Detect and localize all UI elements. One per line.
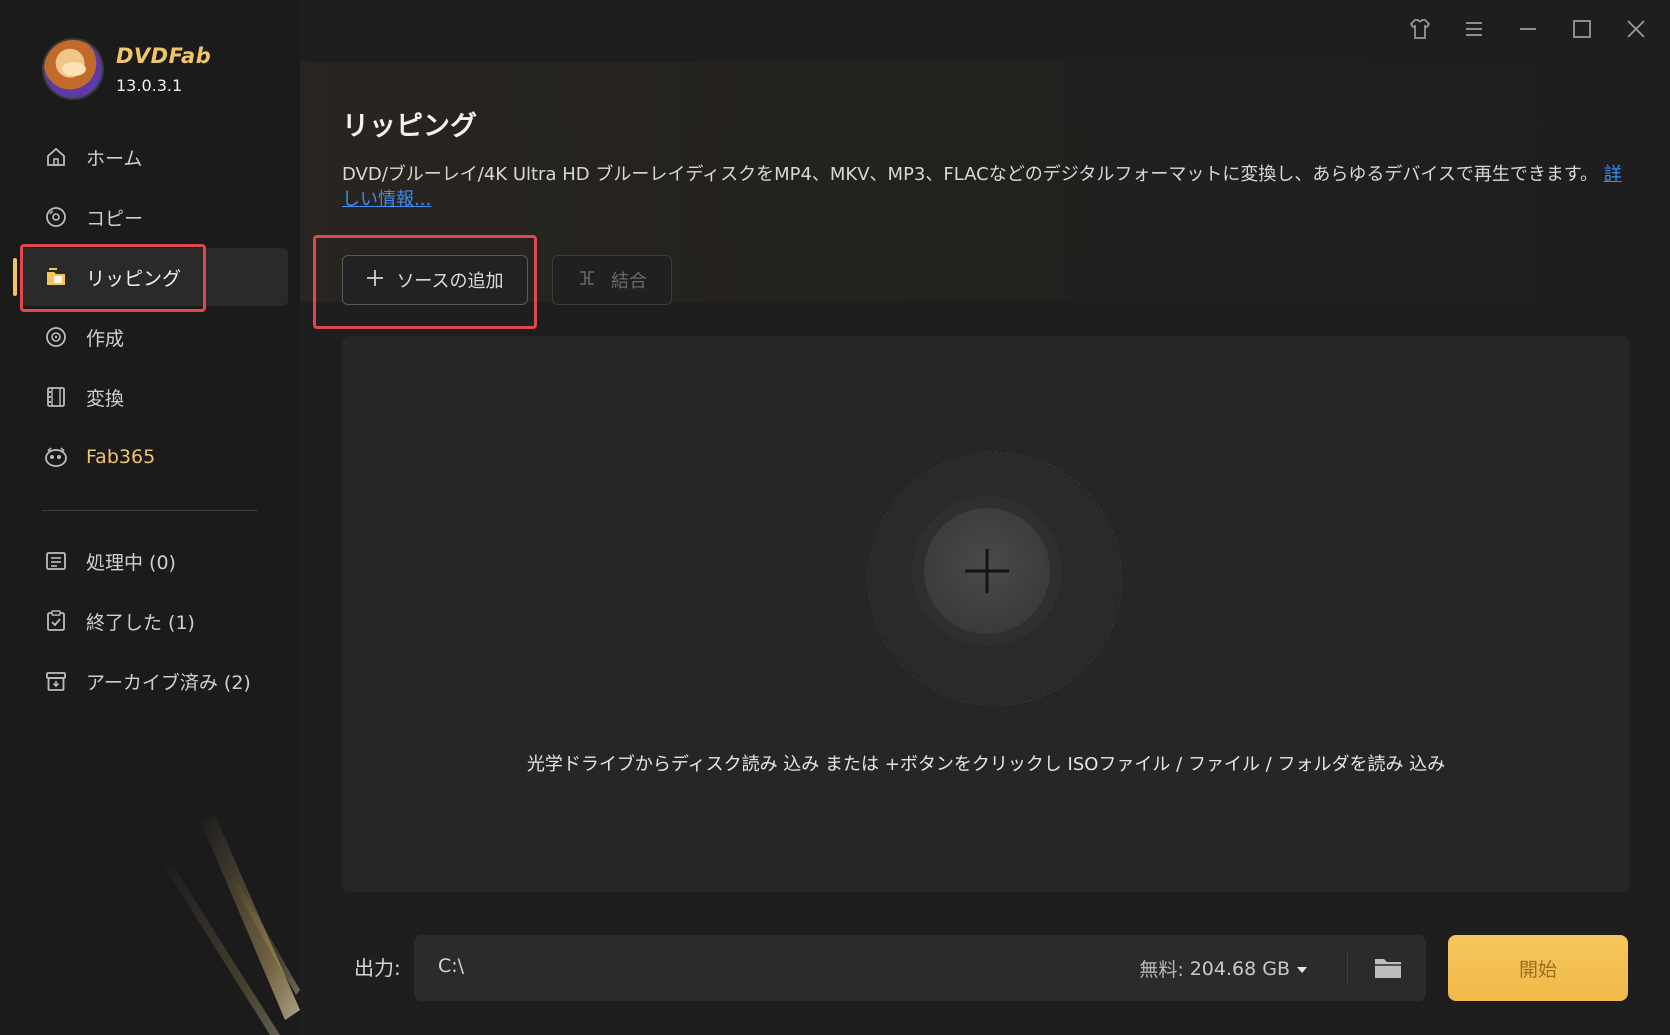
nav-item-archived[interactable]: アーカイブ済み (2) [0, 652, 290, 710]
nav-item-convert[interactable]: 変換 [0, 368, 290, 426]
nav-label: コピー [86, 207, 144, 230]
page-title: リッピング [342, 111, 477, 142]
add-file-plus-button[interactable] [924, 508, 1050, 634]
output-path-bar[interactable]: C:\ 無料: 204.68 GB [414, 935, 1426, 1001]
plus-icon [366, 269, 384, 292]
merge-label: 結合 [611, 271, 647, 292]
rip-icon [44, 265, 68, 289]
fab365-icon [44, 445, 68, 469]
nav-label: 終了した (1) [86, 611, 195, 634]
disc-copy-icon [44, 205, 68, 229]
nav-item-fab365[interactable]: Fab365 [0, 428, 290, 486]
output-path: C:\ [438, 955, 465, 977]
add-source-button[interactable]: ソースの追加 [342, 255, 528, 305]
nav-item-home[interactable]: ホーム [0, 128, 290, 186]
merge-icon [577, 268, 597, 293]
finished-clipboard-icon [44, 609, 68, 633]
sidebar-divider [42, 510, 258, 511]
menu-icon[interactable] [1460, 15, 1488, 43]
nav-label: リッピング [86, 267, 182, 290]
drop-hint-text: 光学ドライブからディスク読み 込み または +ボタンをクリックし ISOファイル… [526, 754, 1446, 775]
free-space-selector[interactable]: 無料: 204.68 GB [1139, 955, 1308, 982]
source-drop-zone[interactable]: 光学ドライブからディスク読み 込み または +ボタンをクリックし ISOファイル… [342, 336, 1630, 892]
sidebar: DVDFab 13.0.3.1 ホーム コピー リッピング 作成 変換 Fab3… [0, 0, 300, 1035]
nav-item-finished[interactable]: 終了した (1) [0, 592, 290, 650]
output-label: 出力: [354, 956, 401, 980]
nav-label: ホーム [86, 147, 143, 170]
app-version: 13.0.3.1 [116, 75, 183, 95]
free-label: 無料: [1139, 959, 1184, 981]
monkey-logo-icon [42, 38, 104, 100]
nav-label: Fab365 [86, 446, 156, 468]
nav-item-ripping[interactable]: リッピング [13, 248, 288, 306]
nav-item-create[interactable]: 作成 [0, 308, 290, 366]
minimize-icon[interactable] [1514, 15, 1542, 43]
description-text: DVD/ブルーレイ/4K Ultra HD ブルーレイディスクをMP4、MKV、… [342, 164, 1599, 185]
start-button[interactable]: 開始 [1448, 935, 1628, 1001]
maximize-icon[interactable] [1568, 15, 1596, 43]
window-titlebar [1406, 0, 1670, 58]
home-icon [44, 145, 68, 169]
nav-item-copy[interactable]: コピー [0, 188, 290, 246]
caret-down-icon [1296, 958, 1308, 980]
main-panel: リッピング DVD/ブルーレイ/4K Ultra HD ブルーレイディスクをMP… [300, 0, 1670, 1035]
free-space-value: 204.68 GB [1189, 957, 1290, 980]
close-icon[interactable] [1622, 15, 1650, 43]
big-plus-icon [965, 549, 1009, 593]
nav-label: アーカイブ済み (2) [86, 671, 251, 694]
nav-label: 処理中 (0) [86, 551, 176, 574]
nav-label: 変換 [86, 387, 125, 410]
browse-folder-icon[interactable] [1372, 953, 1404, 983]
merge-button[interactable]: 結合 [552, 255, 672, 305]
processing-list-icon [44, 549, 68, 573]
skin-shirt-icon[interactable] [1406, 15, 1434, 43]
film-icon [44, 385, 68, 409]
disc-create-icon [44, 325, 68, 349]
nav-item-processing[interactable]: 処理中 (0) [0, 532, 290, 590]
brand-name: DVDFab [116, 43, 212, 68]
nav-label: 作成 [86, 327, 125, 350]
page-description: DVD/ブルーレイ/4K Ultra HD ブルーレイディスクをMP4、MKV、… [342, 162, 1632, 212]
output-separator [1347, 951, 1348, 985]
add-source-label: ソースの追加 [396, 271, 504, 292]
app-logo: DVDFab 13.0.3.1 [42, 38, 211, 100]
archive-box-icon [44, 669, 68, 693]
